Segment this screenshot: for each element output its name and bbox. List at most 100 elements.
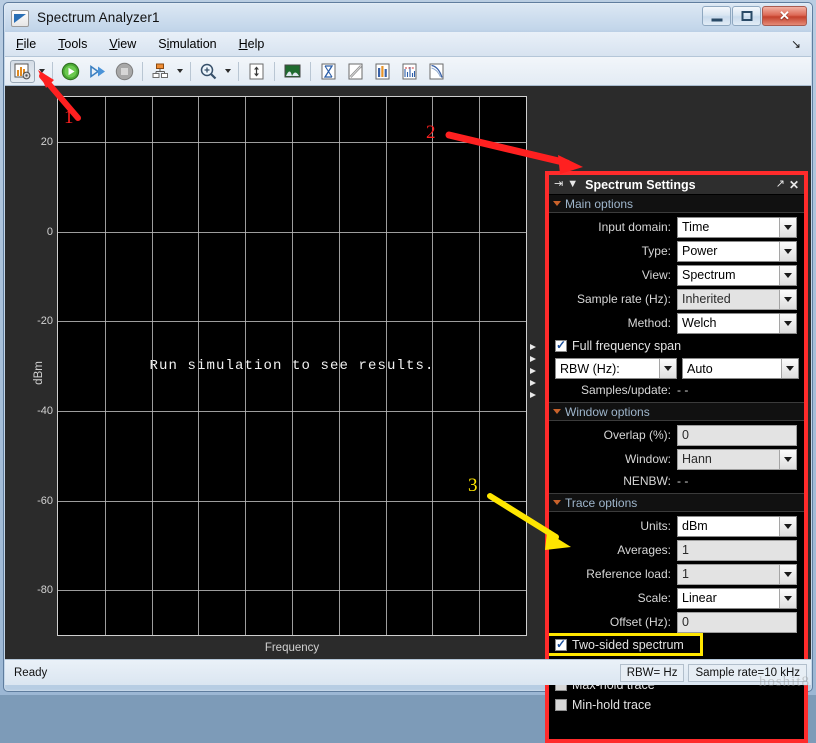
pin-icon[interactable]: ⇥ <box>554 179 563 190</box>
annotation-number-1: 1 <box>64 107 74 129</box>
chevron-down-icon[interactable] <box>779 589 796 608</box>
label-overlap: Overlap (%): <box>549 428 677 442</box>
type-combo[interactable]: Power <box>677 241 797 262</box>
field-row-window: Window: Hann <box>549 448 804 470</box>
grid-line-horizontal <box>58 411 526 412</box>
run-icon <box>61 62 80 81</box>
minimize-icon <box>711 19 722 22</box>
scale-value: Linear <box>678 591 778 605</box>
application-window: Spectrum Analyzer1 ✕ File Tools View Sim… <box>0 0 816 695</box>
channel-measurements-button[interactable] <box>370 60 395 83</box>
section-header-main-options[interactable]: Main options <box>549 195 804 213</box>
chevron-down-icon[interactable] <box>781 359 798 378</box>
averages-input[interactable]: 1 <box>677 540 797 561</box>
cch-measurements-button[interactable] <box>424 60 449 83</box>
step-forward-button[interactable] <box>85 60 110 83</box>
rbw-mode-value: RBW (Hz): <box>556 362 620 376</box>
maximize-button[interactable] <box>732 6 761 26</box>
undock-icon[interactable]: ↗ <box>776 179 785 190</box>
peak-finder-button[interactable] <box>343 60 368 83</box>
label-nenbw: NENBW: <box>549 474 677 488</box>
collapse-triangle-icon <box>553 409 561 414</box>
label-units: Units: <box>549 519 677 533</box>
chevron-down-icon[interactable] <box>779 218 796 237</box>
section-header-window-options[interactable]: Window options <box>549 403 804 421</box>
spectrum-plot[interactable]: dBm Run simulation to see results. 200-2… <box>11 86 545 659</box>
channel-measurements-icon <box>373 62 392 81</box>
cch-measurements-icon <box>427 62 446 81</box>
input-domain-combo[interactable]: Time <box>677 217 797 238</box>
label-reference-load: Reference load: <box>549 567 677 581</box>
run-button[interactable] <box>58 60 83 83</box>
scale-combo[interactable]: Linear <box>677 588 797 609</box>
view-combo[interactable]: Spectrum <box>677 265 797 286</box>
chevron-down-icon[interactable] <box>779 565 796 584</box>
simulation-settings-caret[interactable] <box>174 60 186 83</box>
spectrum-settings-dropdown-caret[interactable] <box>36 60 48 83</box>
axes-limits-icon <box>283 62 302 81</box>
chevron-down-icon[interactable] <box>779 450 796 469</box>
offset-input[interactable]: 0 <box>677 612 797 633</box>
label-averages: Averages: <box>549 543 677 557</box>
grid-line-vertical <box>386 97 387 635</box>
minimize-button[interactable] <box>702 6 731 26</box>
close-button[interactable]: ✕ <box>762 6 807 26</box>
menu-tools[interactable]: Tools <box>47 34 98 54</box>
peak-finder-icon <box>346 62 365 81</box>
chevron-down-icon[interactable] <box>779 242 796 261</box>
menu-file[interactable]: File <box>5 34 47 54</box>
min-hold-trace-checkbox[interactable] <box>555 699 567 711</box>
toolbar-separator <box>310 62 311 81</box>
label-offset: Offset (Hz): <box>549 615 677 629</box>
dock-arrow-icon[interactable]: ↘ <box>791 37 801 51</box>
window-frame: Spectrum Analyzer1 ✕ File Tools View Sim… <box>3 2 813 692</box>
close-panel-icon[interactable]: ✕ <box>789 179 799 191</box>
menu-simulation[interactable]: Simulation <box>147 34 227 54</box>
two-sided-spectrum-checkbox-row[interactable]: Two-sided spectrum <box>549 635 804 655</box>
grid-line-horizontal <box>58 501 526 502</box>
chevron-down-icon[interactable] <box>779 517 796 536</box>
section-header-trace-options[interactable]: Trace options <box>549 494 804 512</box>
rbw-mode-combo[interactable]: RBW (Hz): <box>555 358 677 379</box>
menu-help[interactable]: Help <box>228 34 276 54</box>
zoom-caret[interactable] <box>222 60 234 83</box>
title-bar: Spectrum Analyzer1 ✕ <box>4 3 812 32</box>
chevron-down-icon[interactable] <box>659 359 676 378</box>
toolbar <box>5 57 811 86</box>
simulation-settings-button[interactable] <box>148 60 173 83</box>
samples-per-update-row: Samples/update: - - <box>549 381 804 399</box>
spectrum-settings-toggle-button[interactable] <box>10 60 35 83</box>
min-hold-trace-checkbox-row[interactable]: Min-hold trace <box>549 695 804 715</box>
chevron-down-icon[interactable] <box>779 290 796 309</box>
full-frequency-span-checkbox-row[interactable]: Full frequency span <box>549 336 804 356</box>
window-controls: ✕ <box>702 6 807 26</box>
splitter-arrow-icon <box>530 380 536 386</box>
input-domain-value: Time <box>678 220 778 234</box>
rbw-value-combo[interactable]: Auto <box>682 358 799 379</box>
chevron-down-icon[interactable] <box>779 314 796 333</box>
overlap-value: 0 <box>678 428 689 442</box>
y-axis-tick-label: 0 <box>47 226 53 238</box>
stop-button[interactable] <box>112 60 137 83</box>
two-sided-spectrum-checkbox[interactable] <box>555 639 567 651</box>
label-samples-per-update: Samples/update: <box>549 383 677 397</box>
window-combo[interactable]: Hann <box>677 449 797 470</box>
cursor-measurements-button[interactable] <box>316 60 341 83</box>
overlap-input[interactable]: 0 <box>677 425 797 446</box>
plot-panel-splitter[interactable] <box>526 341 540 401</box>
autoscale-button[interactable] <box>244 60 269 83</box>
method-combo[interactable]: Welch <box>677 313 797 334</box>
scale-axes-limits-button[interactable] <box>280 60 305 83</box>
distortion-measurements-button[interactable] <box>397 60 422 83</box>
grid-line-vertical <box>479 97 480 635</box>
splitter-arrow-icon <box>530 356 536 362</box>
chevron-down-icon[interactable]: ▼ <box>567 179 578 190</box>
zoom-button[interactable] <box>196 60 221 83</box>
menu-view[interactable]: View <box>98 34 147 54</box>
units-combo[interactable]: dBm <box>677 516 797 537</box>
reference-load-combo[interactable]: 1 <box>677 564 797 585</box>
chevron-down-icon[interactable] <box>779 266 796 285</box>
full-frequency-span-checkbox[interactable] <box>555 340 567 352</box>
plot-axes[interactable]: Run simulation to see results. 200-20-40… <box>57 96 527 636</box>
sample-rate-combo[interactable]: Inherited <box>677 289 797 310</box>
